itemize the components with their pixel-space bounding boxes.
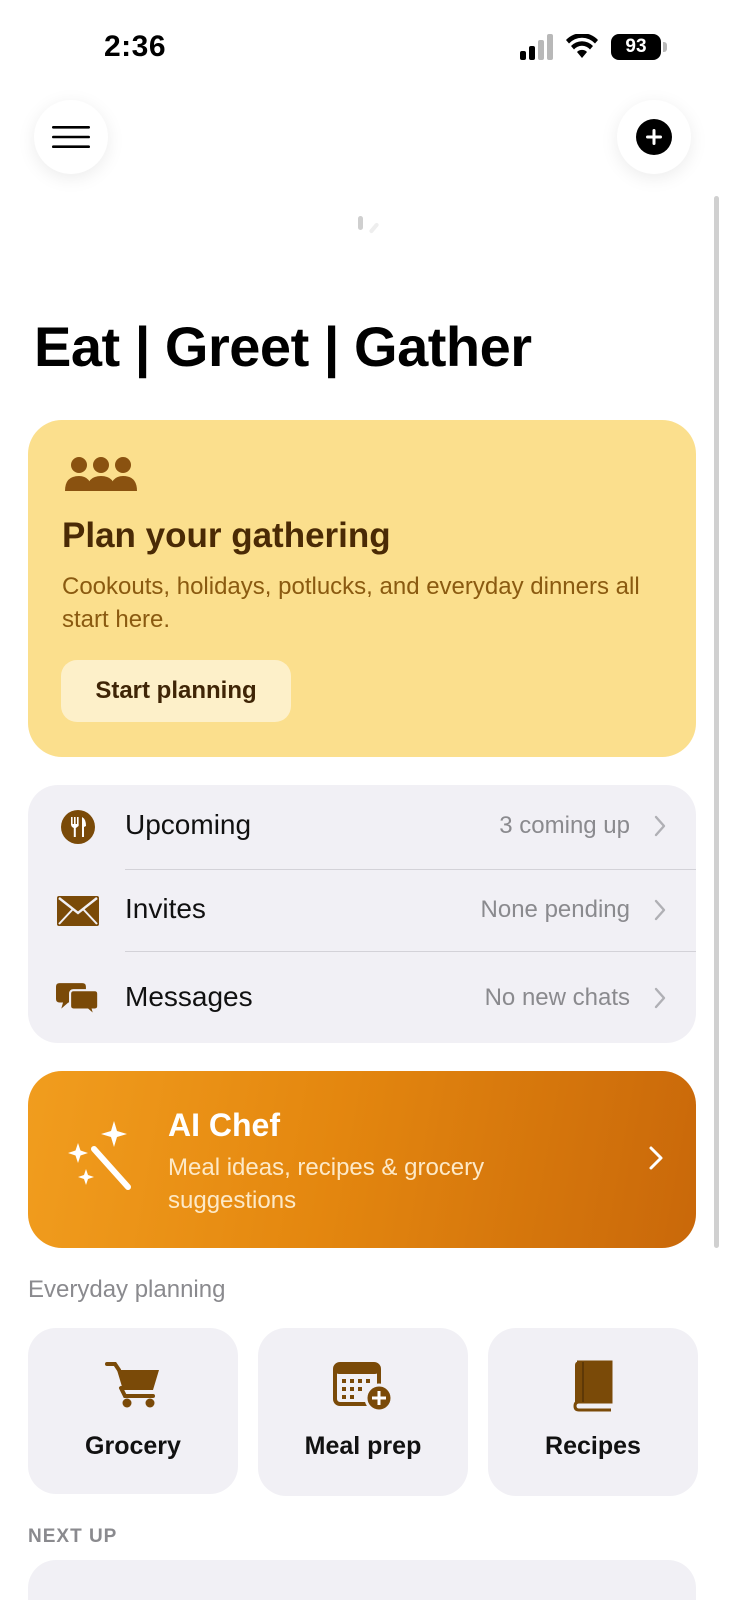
magic-wand-icon xyxy=(68,1121,131,1190)
tile-label: Meal prep xyxy=(304,1432,422,1460)
next-up-label: NEXT UP xyxy=(28,1526,118,1547)
list-item-value: 3 coming up xyxy=(499,812,630,839)
status-icons: 93 xyxy=(520,34,667,60)
status-bar: 2:36 93 xyxy=(0,0,739,90)
tile-label: Recipes xyxy=(545,1432,641,1460)
everyday-planning-label: Everyday planning xyxy=(28,1276,226,1303)
ai-chef-title: AI Chef xyxy=(168,1107,280,1143)
loading-spinner-icon xyxy=(358,216,379,234)
people-group-icon xyxy=(65,457,137,491)
next-up-card[interactable] xyxy=(28,1560,696,1600)
hamburger-icon xyxy=(52,126,90,148)
chevron-right-icon xyxy=(654,899,666,921)
list-item-messages[interactable]: Messages No new chats xyxy=(28,957,696,1041)
ai-chef-card[interactable]: AI Chef Meal ideas, recipes & grocery su… xyxy=(28,1071,696,1248)
page-title: Eat | Greet | Gather xyxy=(34,315,532,378)
plan-gathering-card[interactable]: Plan your gathering Cookouts, holidays, … xyxy=(28,420,696,757)
plus-icon xyxy=(636,119,672,155)
menu-button[interactable] xyxy=(34,100,108,174)
list-item-invites[interactable]: Invites None pending xyxy=(28,869,696,953)
list-item-value: None pending xyxy=(480,896,630,923)
recipes-tile[interactable]: Recipes xyxy=(488,1328,698,1496)
cellular-signal-icon xyxy=(520,34,553,60)
book-icon xyxy=(573,1360,613,1412)
list-item-upcoming[interactable]: Upcoming 3 coming up xyxy=(28,785,696,869)
list-item-value: No new chats xyxy=(484,984,630,1011)
chat-bubbles-icon xyxy=(56,977,100,1021)
list-item-label: Messages xyxy=(125,981,253,1012)
ai-chef-description: Meal ideas, recipes & grocery suggestion… xyxy=(168,1154,485,1214)
divider xyxy=(125,951,696,952)
grocery-tile[interactable]: Grocery xyxy=(28,1328,238,1494)
battery-level: 93 xyxy=(625,36,647,57)
fork-knife-icon xyxy=(56,805,100,849)
start-planning-button[interactable]: Start planning xyxy=(61,660,291,722)
cart-icon xyxy=(105,1362,159,1408)
calendar-plus-icon xyxy=(333,1362,393,1412)
plan-card-title: Plan your gathering xyxy=(62,516,391,555)
status-time: 2:36 xyxy=(104,30,167,63)
chevron-right-icon xyxy=(654,815,666,837)
meal-prep-tile[interactable]: Meal prep xyxy=(258,1328,468,1496)
activity-list: Upcoming 3 coming up Invites None pendin… xyxy=(28,785,696,1043)
chevron-right-icon xyxy=(654,987,666,1009)
chevron-right-icon xyxy=(649,1146,663,1170)
list-item-label: Upcoming xyxy=(125,809,252,840)
envelope-icon xyxy=(56,889,100,933)
list-item-label: Invites xyxy=(125,893,206,924)
add-button[interactable] xyxy=(617,100,691,174)
wifi-icon xyxy=(566,34,598,58)
battery-icon: 93 xyxy=(611,34,667,60)
tile-label: Grocery xyxy=(85,1432,181,1460)
plan-card-description: Cookouts, holidays, potlucks, and everyd… xyxy=(62,573,640,633)
scrollbar[interactable] xyxy=(714,196,719,1248)
